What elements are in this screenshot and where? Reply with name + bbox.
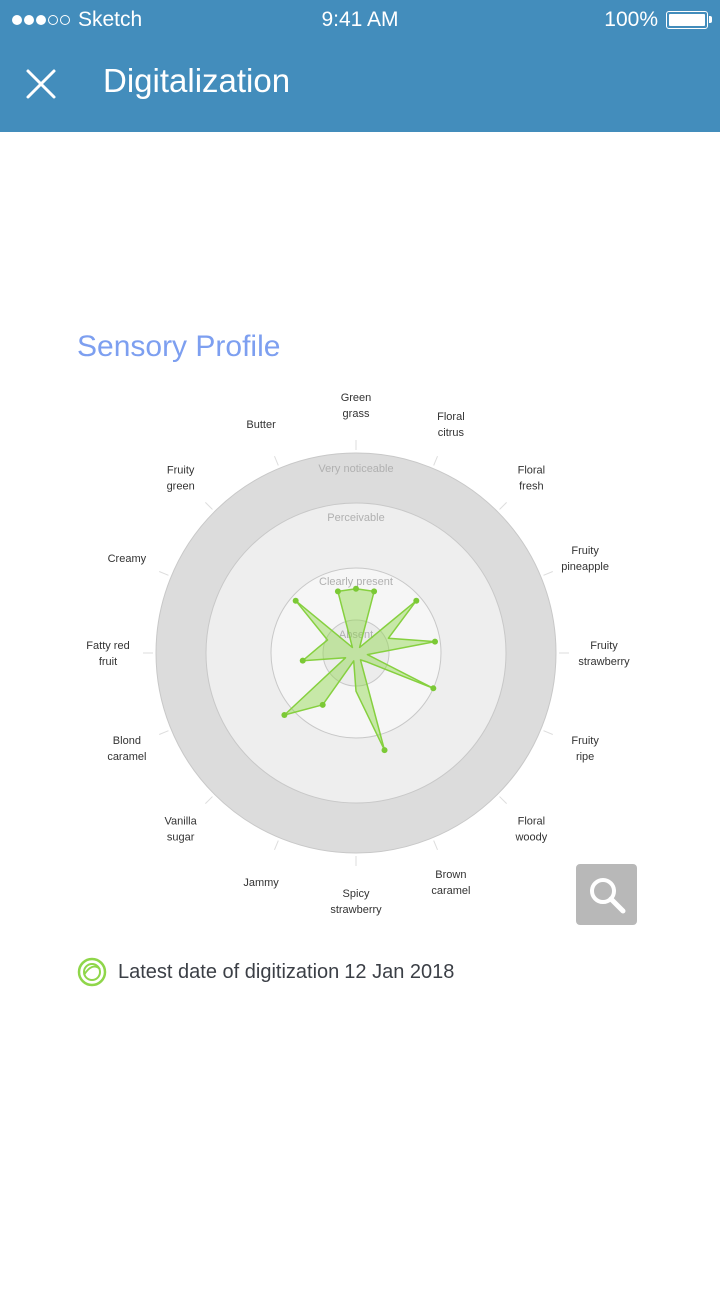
axis-label: Creamy: [108, 553, 147, 565]
profile-point: [292, 597, 299, 604]
profile-point: [353, 585, 359, 592]
axis-label: Blond caramel: [107, 735, 146, 763]
magnifier-icon: [590, 878, 626, 914]
digitization-date: 12 Jan 2018: [344, 960, 455, 983]
profile-point: [334, 588, 341, 595]
axis-tick: [274, 840, 279, 850]
axis-label: Fruity pineapple: [561, 545, 609, 573]
close-button[interactable]: [20, 63, 62, 105]
status-bar: Sketch 9:41 AM 100%: [0, 0, 720, 42]
axis-tick: [159, 730, 169, 735]
close-icon: [26, 69, 56, 99]
battery-percent: 100%: [604, 8, 658, 31]
axis-label: Jammy: [243, 877, 279, 889]
axis-label: Fruity ripe: [571, 735, 599, 763]
axis-label: Floral citrus: [437, 411, 465, 439]
digitization-info: Latest date of digitization 12 Jan 2018: [76, 956, 454, 988]
axis-label: Green grass: [341, 392, 372, 420]
axis-label: Spicy strawberry: [330, 888, 382, 916]
digitization-logo-icon: [77, 957, 107, 987]
axis-tick: [433, 456, 438, 466]
profile-point: [381, 747, 388, 754]
ring-label: Very noticeable: [318, 463, 393, 475]
axis-label: Brown caramel: [431, 869, 470, 897]
axis-tick: [543, 571, 553, 576]
section-title: Sensory Profile: [77, 330, 281, 363]
axis-tick: [205, 502, 213, 510]
profile-point: [299, 657, 306, 664]
profile-point: [413, 597, 420, 604]
axis-tick: [159, 571, 169, 576]
axis-tick: [499, 796, 507, 804]
axis-tick: [274, 456, 279, 466]
nav-bar: Digitalization: [0, 42, 720, 132]
profile-point: [319, 701, 326, 708]
battery-group: 100%: [604, 8, 712, 32]
zoom-button[interactable]: [576, 864, 637, 925]
axis-tick: [205, 796, 213, 804]
ring-label: Perceivable: [327, 512, 384, 524]
profile-point: [430, 685, 437, 692]
profile-point: [431, 638, 438, 645]
page-title: Digitalization: [103, 62, 291, 99]
battery-icon: [666, 11, 712, 29]
digitization-label: Latest date of digitization: [118, 960, 340, 983]
axis-label: Floral woody: [514, 815, 547, 843]
axis-tick: [543, 730, 553, 735]
profile-point: [371, 588, 378, 595]
sensory-radar-chart: AbsentClearly presentPerceivableVery not…: [86, 392, 630, 916]
axis-label: Vanilla sugar: [165, 815, 198, 843]
profile-point: [281, 712, 288, 719]
axis-tick: [499, 502, 507, 510]
axis-label: Fruity green: [167, 465, 195, 493]
axis-label: Butter: [246, 419, 276, 431]
axis-label: Floral fresh: [518, 465, 546, 493]
axis-tick: [433, 840, 438, 850]
axis-label: Fatty red fruit: [86, 640, 129, 668]
axis-label: Fruity strawberry: [578, 640, 630, 668]
